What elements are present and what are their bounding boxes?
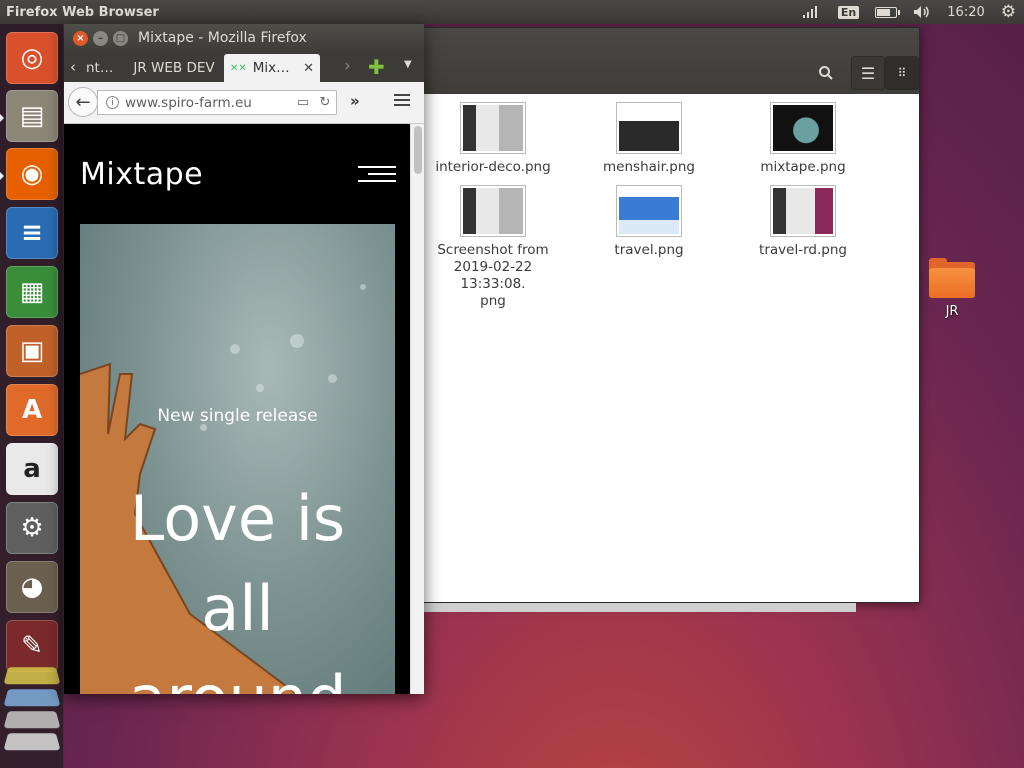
- folder-icon: [929, 258, 975, 298]
- menu-button[interactable]: [394, 94, 410, 108]
- reload-icon[interactable]: ↻: [314, 95, 336, 110]
- close-button[interactable]: ×: [73, 31, 88, 46]
- page-scrollbar[interactable]: [410, 124, 424, 694]
- minimize-button[interactable]: –: [93, 31, 108, 46]
- launcher-writer[interactable]: ≡: [6, 207, 58, 259]
- search-button[interactable]: [809, 56, 843, 90]
- site-menu-icon[interactable]: [358, 166, 396, 184]
- launcher-gimp[interactable]: ◕: [6, 561, 58, 613]
- navigation-bar: i www.spiro-farm.eu ▭ ↻ ← »: [64, 82, 424, 124]
- launcher-collapsed-stack[interactable]: [3, 664, 61, 764]
- tab-list-icon[interactable]: ▼: [404, 59, 412, 70]
- gimp-icon: ◕: [20, 572, 44, 602]
- launcher-dash-home[interactable]: ◎: [6, 32, 58, 84]
- launcher-amazon[interactable]: a: [6, 443, 58, 495]
- hero-subtitle: New single release: [157, 406, 318, 426]
- file-item[interactable]: menshair.png: [579, 102, 719, 176]
- image-thumbnail: [460, 102, 526, 154]
- toolbar-overflow-icon[interactable]: »: [350, 92, 360, 110]
- tab-scroll-left-icon[interactable]: ‹: [70, 58, 76, 76]
- launcher-software-center[interactable]: A: [6, 384, 58, 436]
- image-thumbnail: [460, 185, 526, 237]
- search-icon: [819, 66, 833, 80]
- back-button[interactable]: ←: [68, 87, 98, 117]
- list-icon: ☰: [860, 63, 876, 83]
- launcher-calc[interactable]: ▦: [6, 266, 58, 318]
- close-tab-icon[interactable]: ✕: [303, 61, 314, 76]
- desktop-folder-label: JR: [945, 304, 959, 319]
- file-name: Screenshot from 2019-02-22 13:33:08. png: [437, 242, 549, 309]
- reader-view-icon[interactable]: ▭: [292, 95, 314, 110]
- top-panel: Firefox Web Browser En 16:20 ⚙: [0, 0, 1024, 24]
- image-thumbnail: [616, 185, 682, 237]
- running-indicator: [0, 172, 4, 180]
- keyboard-layout: En: [837, 5, 860, 19]
- launcher-files[interactable]: ▤: [6, 90, 58, 142]
- file-name: travel.png: [614, 242, 684, 258]
- running-indicator: [0, 114, 4, 122]
- tab-1[interactable]: JR WEB DEV: [124, 54, 224, 82]
- arrow-left-icon: ←: [75, 91, 91, 113]
- file-name: mixtape.png: [760, 159, 846, 175]
- tab-bar: ‹ nt… JR WEB DEV ✕✕ Mix… ✕ › ✚ ▼: [64, 52, 424, 82]
- info-icon[interactable]: i: [106, 96, 119, 109]
- keyboard-icon[interactable]: En: [837, 0, 860, 24]
- firefox-window: × – □ Mixtape - Mozilla Firefox ‹ nt… JR…: [64, 24, 424, 694]
- clock[interactable]: 16:20: [947, 0, 984, 24]
- firefox-titlebar[interactable]: × – □ Mixtape - Mozilla Firefox: [64, 24, 424, 52]
- amazon-icon: a: [23, 454, 41, 484]
- wine-icon: ✎: [21, 631, 43, 661]
- firefox-icon: ◉: [20, 159, 44, 189]
- file-item[interactable]: interior-deco.png: [423, 102, 563, 176]
- new-tab-button[interactable]: ✚: [368, 55, 385, 79]
- network-icon[interactable]: [802, 0, 822, 24]
- desktop-folder-jr[interactable]: JR: [922, 258, 982, 319]
- shopping-bag-icon: A: [21, 395, 43, 425]
- file-name: travel-rd.png: [759, 242, 847, 258]
- image-thumbnail: [770, 185, 836, 237]
- launcher-impress[interactable]: ▣: [6, 325, 58, 377]
- tab-0[interactable]: nt…: [80, 54, 120, 82]
- site-logo[interactable]: Mixtape: [80, 157, 203, 192]
- file-grid: interior-deco.png menshair.png mixtape.png…: [415, 94, 919, 602]
- battery-icon[interactable]: [875, 0, 901, 24]
- window-title: Mixtape - Mozilla Firefox: [138, 30, 307, 46]
- launcher: ◎ ▤ ◉ ≡ ▦ ▣ Aa ⚙ ◕ ✎: [0, 24, 64, 768]
- calc-icon: ▦: [19, 277, 45, 307]
- file-item[interactable]: travel.png: [579, 185, 719, 259]
- hero-banner: New single release Love is all around: [80, 224, 395, 694]
- tab-scroll-right-icon[interactable]: ›: [344, 56, 351, 76]
- ubuntu-icon: ◎: [20, 43, 44, 73]
- url-text[interactable]: www.spiro-farm.eu: [125, 95, 292, 111]
- impress-icon: ▣: [19, 336, 45, 366]
- file-name: interior-deco.png: [435, 159, 551, 175]
- favicon-icon: ✕✕: [230, 62, 247, 74]
- file-item[interactable]: mixtape.png: [733, 102, 873, 176]
- window-shadow: [414, 603, 856, 612]
- writer-icon: ≡: [21, 218, 43, 248]
- image-thumbnail: [770, 102, 836, 154]
- volume-icon[interactable]: [913, 0, 931, 24]
- image-thumbnail: [616, 102, 682, 154]
- tab-2[interactable]: ✕✕ Mix… ✕: [224, 54, 320, 82]
- file-manager-toolbar: ☰ ⠿: [415, 28, 919, 94]
- hero-title: Love is all around: [129, 482, 347, 694]
- settings-icon: ⚙: [20, 513, 44, 543]
- grid-icon: ⠿: [897, 66, 907, 80]
- file-cabinet-icon: ▤: [19, 101, 45, 131]
- page-content: Mixtape New single release Love is all a…: [64, 124, 410, 694]
- launcher-firefox[interactable]: ◉: [6, 148, 58, 200]
- file-name: menshair.png: [603, 159, 695, 175]
- active-app-title: Firefox Web Browser: [6, 4, 159, 20]
- file-item[interactable]: travel-rd.png: [733, 185, 873, 259]
- maximize-button[interactable]: □: [113, 31, 128, 46]
- file-item[interactable]: Screenshot from 2019-02-22 13:33:08. png: [423, 185, 563, 310]
- grid-view-button[interactable]: ⠿: [885, 56, 919, 90]
- url-bar[interactable]: i www.spiro-farm.eu ▭ ↻: [97, 90, 337, 115]
- file-manager-window: ☰ ⠿ interior-deco.png menshair.png mixtape…: [414, 27, 920, 603]
- launcher-system-settings[interactable]: ⚙: [6, 502, 58, 554]
- gear-icon[interactable]: ⚙: [1001, 0, 1016, 24]
- list-view-button[interactable]: ☰: [851, 56, 885, 90]
